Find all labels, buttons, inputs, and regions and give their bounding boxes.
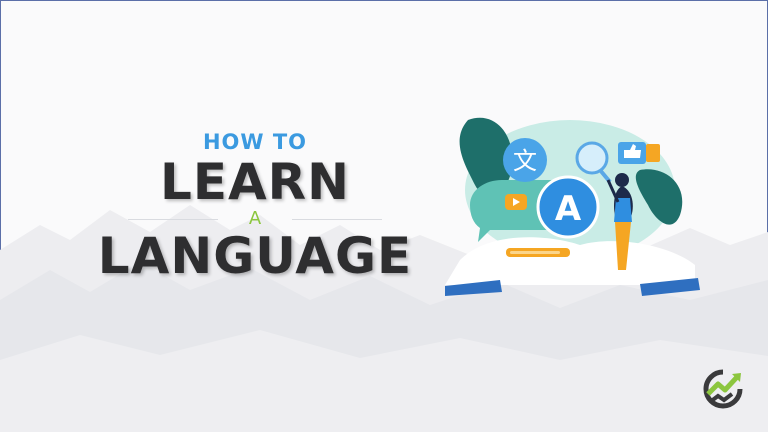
divider-right (292, 219, 382, 220)
title-connector: A (70, 208, 440, 230)
person-head (615, 173, 629, 187)
divider-left (128, 219, 218, 220)
subtitle-how-to: HOW TO (202, 130, 308, 154)
title-language: LANGUAGE (97, 227, 413, 285)
letter-a-glyph: A (555, 189, 582, 229)
title-a: A (248, 208, 262, 229)
language-illustration: 文 A (445, 117, 700, 296)
brand-logo-icon (703, 369, 743, 409)
magnifier-icon (575, 141, 609, 175)
translate-glyph: 文 (513, 147, 537, 175)
book-base (445, 237, 695, 285)
title-block: HOW TO LEARN A LANGUAGE (70, 120, 440, 282)
title-learn: LEARN (159, 153, 351, 211)
